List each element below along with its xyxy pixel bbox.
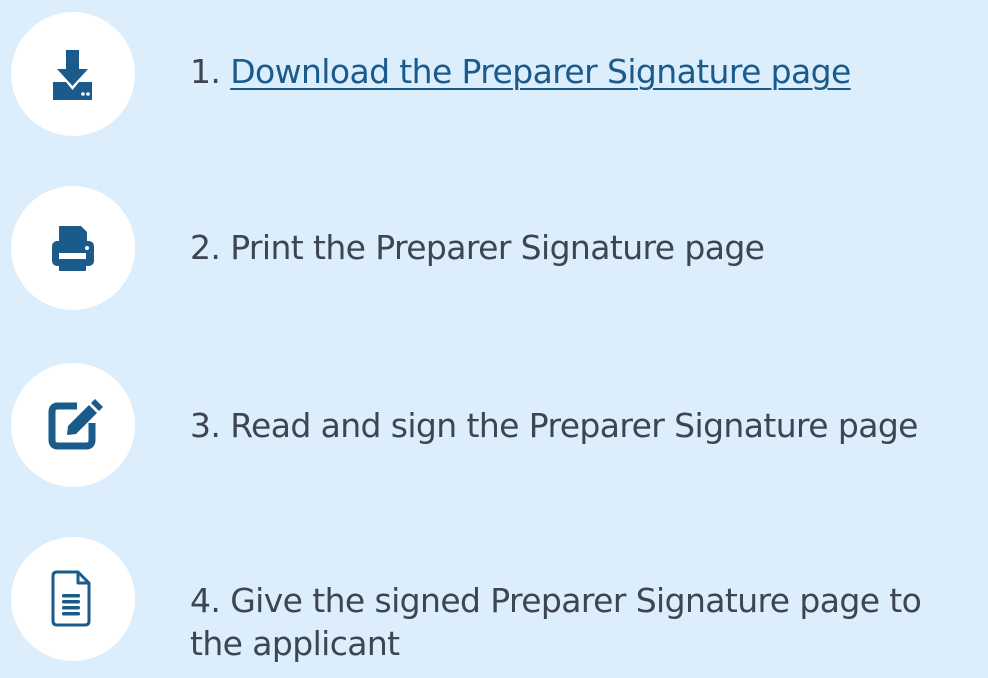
download-icon [53, 50, 92, 100]
step-2-number: 2. [190, 228, 221, 267]
step-4-label-line-2: the applicant [190, 624, 400, 663]
step-4-line-1: 4. Give the signed Preparer Signature pa… [190, 580, 922, 622]
step-4-label-line-1: Give the signed Preparer Signature page … [230, 581, 922, 620]
step-3-number: 3. [190, 406, 221, 445]
step-1-number: 1. [190, 52, 221, 91]
printer-icon [52, 226, 94, 271]
step-3-icon-circle [11, 363, 135, 487]
step-2-label: Print the Preparer Signature page [230, 228, 765, 267]
document-icon [51, 570, 91, 627]
step-1-text: 1. Download the Preparer Signature page [190, 51, 851, 93]
step-3-label: Read and sign the Preparer Signature pag… [230, 406, 918, 445]
edit-icon [48, 399, 103, 450]
step-2-text: 2. Print the Preparer Signature page [190, 227, 765, 269]
download-preparer-signature-link[interactable]: Download the Preparer Signature page [230, 52, 851, 91]
step-3-text: 3. Read and sign the Preparer Signature … [190, 405, 918, 447]
step-2-icon-circle [11, 186, 135, 310]
step-4-text: 4. Give the signed Preparer Signature pa… [190, 580, 922, 665]
step-4-icon-circle [11, 537, 135, 661]
step-4-number: 4. [190, 581, 221, 620]
step-1-icon-circle [11, 12, 135, 136]
